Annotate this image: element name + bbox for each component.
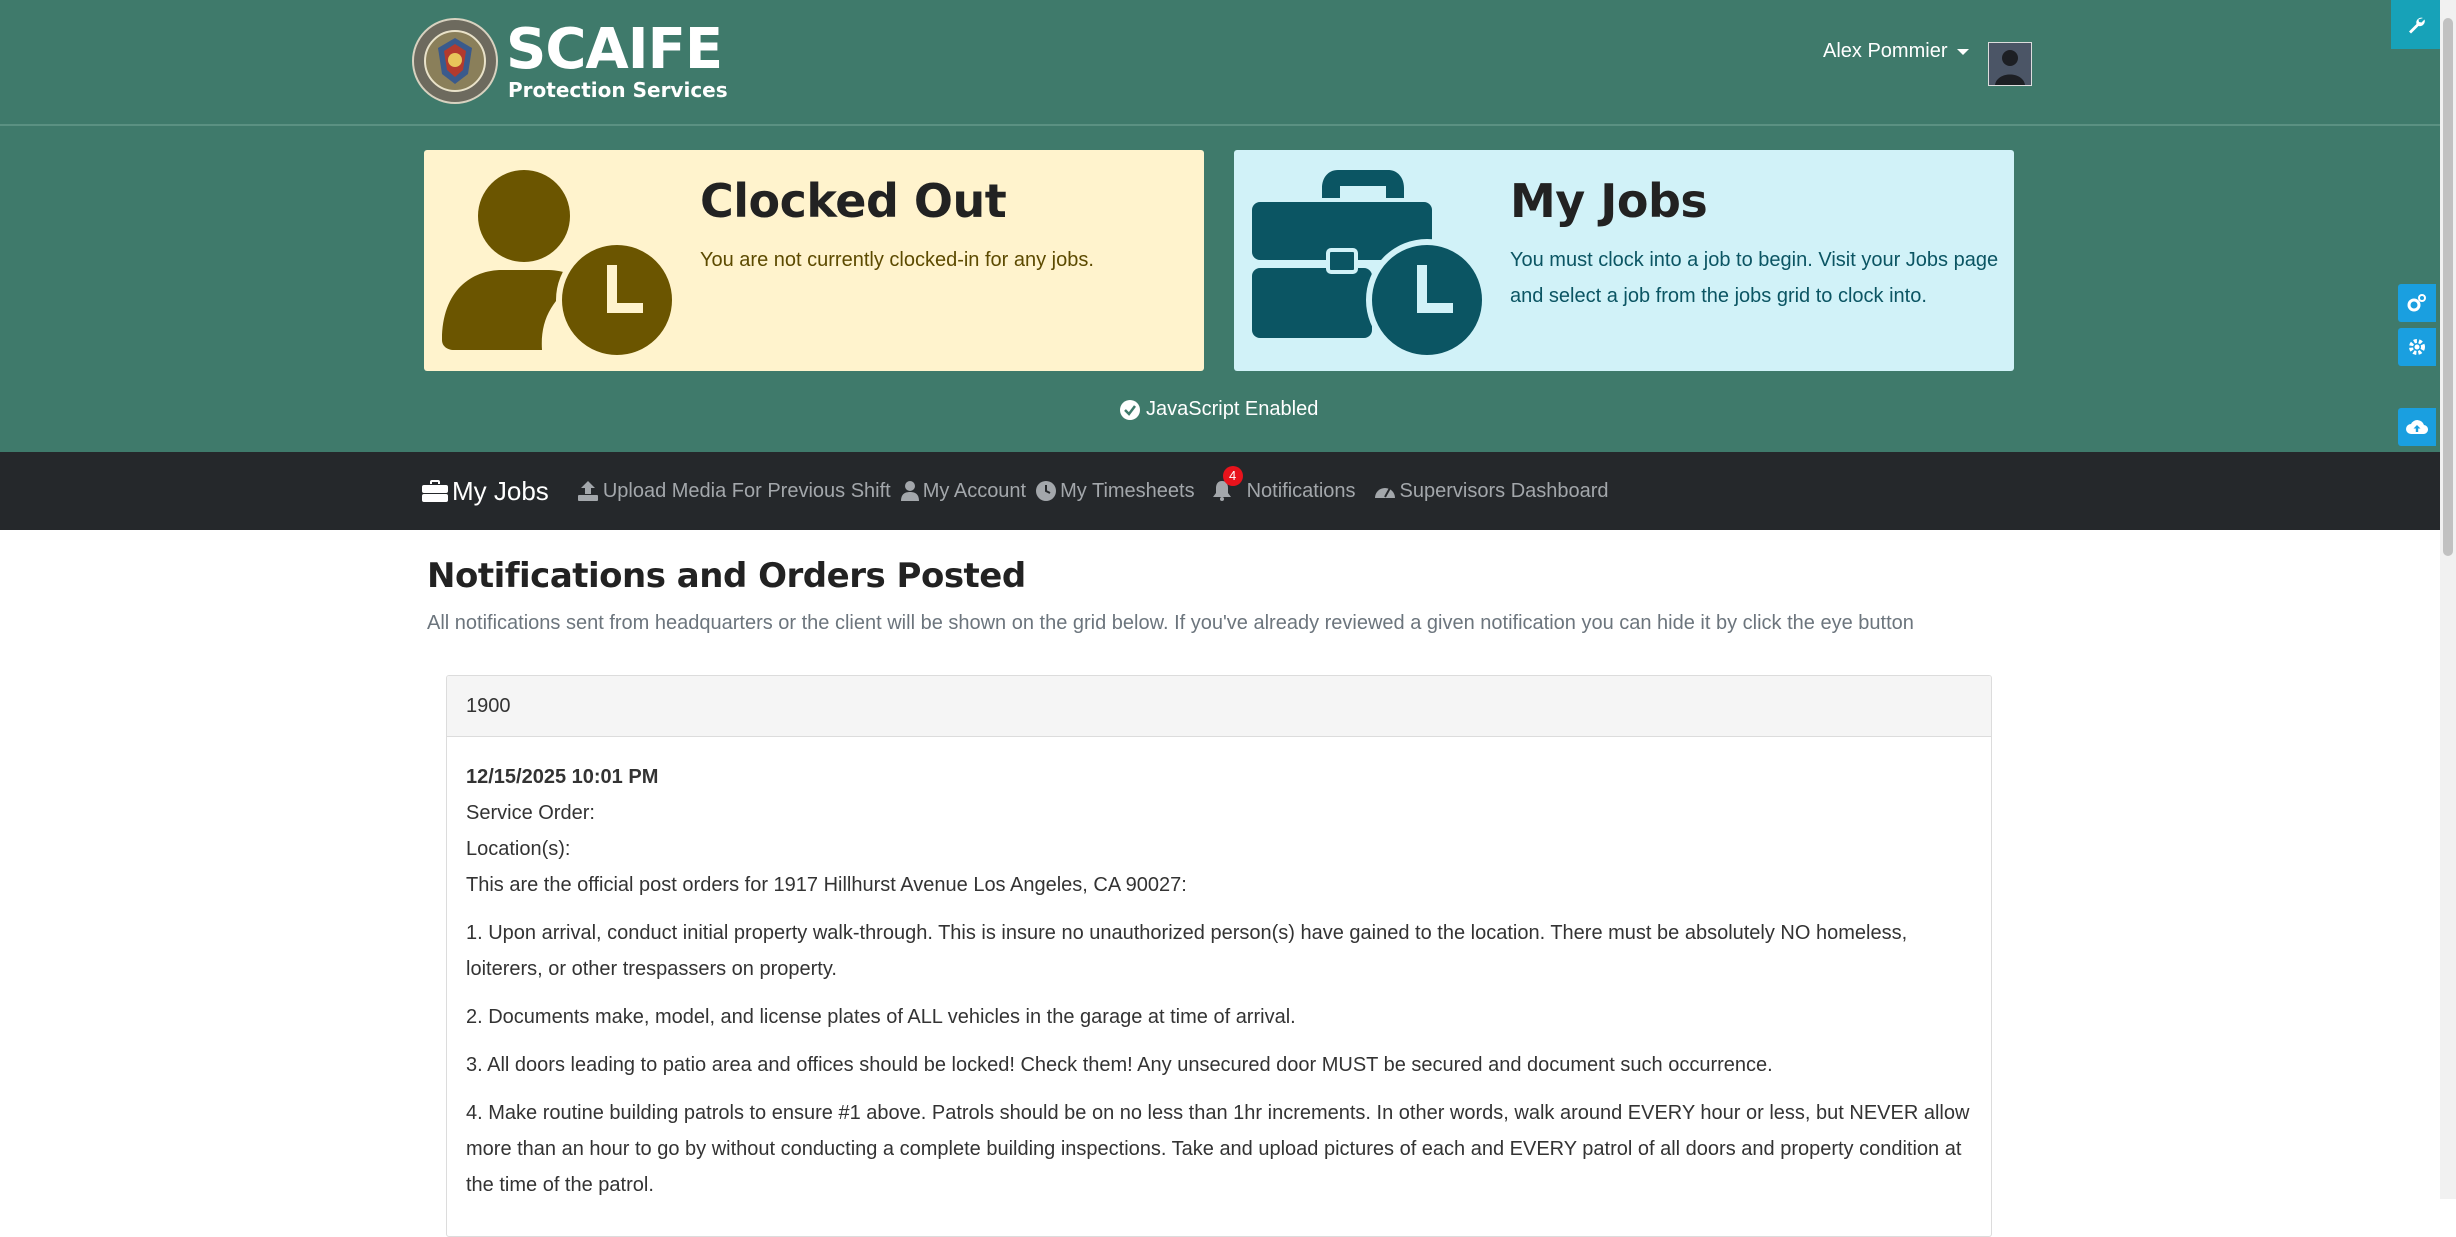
notification-count-badge: 4 — [1222, 465, 1243, 486]
wrench-icon — [2408, 17, 2425, 33]
user-clock-icon — [442, 170, 672, 360]
side-settings-button[interactable] — [2398, 328, 2436, 366]
my-jobs-title: My Jobs — [1510, 174, 1708, 228]
seal-icon — [412, 18, 498, 104]
nav-notifications[interactable]: 4 Notifications — [1212, 465, 1356, 503]
main-content: Notifications and Orders Posted All noti… — [427, 530, 2027, 1237]
post-order-item: 3. All doors leading to patio area and o… — [466, 1054, 1773, 1076]
nav-supervisors-dashboard[interactable]: Supervisors Dashboard — [1374, 480, 1609, 503]
logo-title: SCAIFE — [506, 17, 723, 82]
nav-my-account[interactable]: My Account — [900, 479, 1027, 503]
post-order-item: 4. Make routine building patrols to ensu… — [466, 1102, 1970, 1196]
side-cloud-upload-button[interactable] — [2398, 408, 2436, 446]
dashboard-icon — [1374, 487, 1395, 498]
locations-label: Location(s): — [466, 838, 571, 860]
user-icon — [900, 481, 919, 501]
user-menu-dropdown[interactable]: Alex Pommier — [1823, 40, 1970, 63]
notification-card: 1900 12/15/2025 10:01 PM Service Order: … — [446, 675, 1992, 1237]
post-orders-intro: This are the official post orders for 19… — [466, 874, 1187, 896]
tools-button[interactable] — [2391, 0, 2440, 49]
top-header: SCAIFE Protection Services Alex Pommier — [0, 0, 2456, 126]
clock-status-title: Clocked Out — [700, 174, 1007, 228]
notification-card-header: 1900 — [447, 676, 1991, 737]
scrollbar-thumb[interactable] — [2443, 18, 2453, 556]
company-logo[interactable]: SCAIFE Protection Services — [412, 18, 728, 104]
nav-my-jobs-label: My Jobs — [452, 475, 549, 506]
main-navbar: My Jobs Upload Media For Previous Shift … — [0, 452, 2456, 530]
clock-status-text: You are not currently clocked-in for any… — [700, 249, 1094, 271]
logo-subtitle: Protection Services — [508, 78, 728, 102]
javascript-status-label: JavaScript Enabled — [1146, 398, 1319, 420]
clock-status-card: Clocked Out You are not currently clocke… — [424, 150, 1204, 371]
page-title: Notifications and Orders Posted — [427, 556, 1026, 596]
post-order-item: 2. Documents make, model, and license pl… — [466, 1006, 1296, 1028]
page-scrollbar[interactable] — [2440, 0, 2456, 1199]
user-name: Alex Pommier — [1823, 40, 1948, 62]
post-order-item: 1. Upon arrival, conduct initial propert… — [466, 922, 1908, 980]
nav-upload-media[interactable]: Upload Media For Previous Shift — [577, 480, 891, 503]
my-jobs-card: My Jobs You must clock into a job to beg… — [1234, 150, 2014, 371]
nav-supervisors-dashboard-label: Supervisors Dashboard — [1399, 479, 1609, 502]
nav-upload-media-label: Upload Media For Previous Shift — [602, 479, 891, 502]
clock-icon — [1036, 481, 1057, 501]
side-settings-group-button[interactable] — [2398, 284, 2436, 322]
briefcase-icon — [422, 480, 448, 502]
caret-down-icon — [1957, 48, 1970, 55]
avatar[interactable] — [1988, 42, 2032, 86]
service-order-label: Service Order: — [466, 802, 595, 824]
notification-date: 12/15/2025 10:01 PM — [466, 766, 659, 788]
upload-icon — [577, 481, 598, 501]
user-photo-icon — [1989, 43, 2031, 85]
cloud-upload-icon — [2406, 420, 2428, 435]
nav-my-account-label: My Account — [922, 479, 1027, 502]
page-description: All notifications sent from headquarters… — [427, 612, 1914, 634]
nav-my-timesheets-label: My Timesheets — [1060, 479, 1195, 502]
status-panel: Clocked Out You are not currently clocke… — [0, 126, 2456, 452]
gear-icon — [2409, 339, 2425, 355]
nav-my-timesheets[interactable]: My Timesheets — [1036, 479, 1195, 503]
notification-card-body: 12/15/2025 10:01 PM Service Order: Locat… — [447, 737, 1991, 1203]
javascript-status: JavaScript Enabled — [1120, 398, 1318, 421]
nav-my-jobs[interactable]: My Jobs — [422, 476, 549, 507]
my-jobs-text: You must clock into a job to begin. Visi… — [1510, 249, 1999, 307]
briefcase-clock-icon — [1252, 170, 1482, 360]
check-circle-icon — [1120, 399, 1140, 420]
cogs-icon — [2407, 294, 2426, 312]
nav-notifications-label: Notifications — [1246, 479, 1356, 502]
